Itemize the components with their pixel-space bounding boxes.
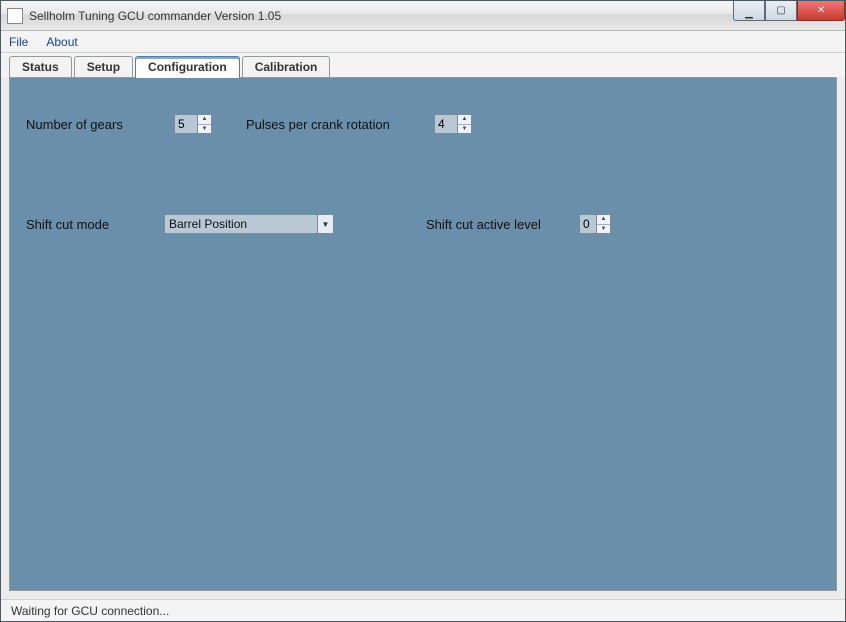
combo-shift-cut-mode[interactable]: Barrel Position ▼	[164, 214, 334, 234]
status-text: Waiting for GCU connection...	[11, 604, 169, 618]
field-shift-cut-level: Shift cut active level ▲ ▼	[426, 214, 611, 234]
arrow-down-icon[interactable]: ▼	[198, 125, 211, 134]
tab-setup[interactable]: Setup	[74, 56, 133, 78]
configuration-panel: Number of gears ▲ ▼ Pulses per crank rot…	[9, 77, 837, 591]
chevron-down-icon[interactable]: ▼	[317, 215, 333, 233]
input-pulses[interactable]	[434, 114, 458, 134]
statusbar: Waiting for GCU connection...	[1, 599, 845, 621]
app-icon	[7, 8, 23, 24]
minimize-button[interactable]: ▁	[733, 1, 765, 21]
label-shift-cut-mode: Shift cut mode	[26, 217, 156, 232]
arrow-down-icon[interactable]: ▼	[597, 225, 610, 234]
field-number-of-gears: Number of gears ▲ ▼	[26, 114, 212, 134]
spinner-number-of-gears[interactable]: ▲ ▼	[174, 114, 212, 134]
input-number-of-gears[interactable]	[174, 114, 198, 134]
spinner-arrows: ▲ ▼	[597, 214, 611, 234]
tab-calibration[interactable]: Calibration	[242, 56, 331, 78]
arrow-up-icon[interactable]: ▲	[597, 215, 610, 225]
menubar: File About	[1, 31, 845, 53]
spinner-arrows: ▲ ▼	[198, 114, 212, 134]
spinner-pulses[interactable]: ▲ ▼	[434, 114, 472, 134]
combo-value-shift-cut-mode: Barrel Position	[169, 217, 247, 231]
menu-file[interactable]: File	[9, 35, 28, 49]
label-shift-cut-level: Shift cut active level	[426, 217, 571, 232]
arrow-down-icon[interactable]: ▼	[458, 125, 471, 134]
spinner-arrows: ▲ ▼	[458, 114, 472, 134]
input-shift-cut-level[interactable]	[579, 214, 597, 234]
field-shift-cut-mode: Shift cut mode Barrel Position ▼	[26, 214, 334, 234]
tab-configuration[interactable]: Configuration	[135, 56, 240, 78]
app-window: Sellholm Tuning GCU commander Version 1.…	[0, 0, 846, 622]
window-controls: ▁ ▢ ✕	[733, 1, 845, 21]
close-button[interactable]: ✕	[797, 1, 845, 21]
window-title: Sellholm Tuning GCU commander Version 1.…	[29, 9, 839, 23]
arrow-up-icon[interactable]: ▲	[198, 115, 211, 125]
tabstrip: Status Setup Configuration Calibration	[1, 53, 845, 77]
tab-status[interactable]: Status	[9, 56, 72, 78]
arrow-up-icon[interactable]: ▲	[458, 115, 471, 125]
titlebar[interactable]: Sellholm Tuning GCU commander Version 1.…	[1, 1, 845, 31]
maximize-button[interactable]: ▢	[765, 1, 797, 21]
content-area: Number of gears ▲ ▼ Pulses per crank rot…	[1, 77, 845, 597]
label-pulses: Pulses per crank rotation	[246, 117, 426, 132]
field-pulses: Pulses per crank rotation ▲ ▼	[246, 114, 472, 134]
spinner-shift-cut-level[interactable]: ▲ ▼	[579, 214, 611, 234]
label-number-of-gears: Number of gears	[26, 117, 166, 132]
menu-about[interactable]: About	[46, 35, 77, 49]
